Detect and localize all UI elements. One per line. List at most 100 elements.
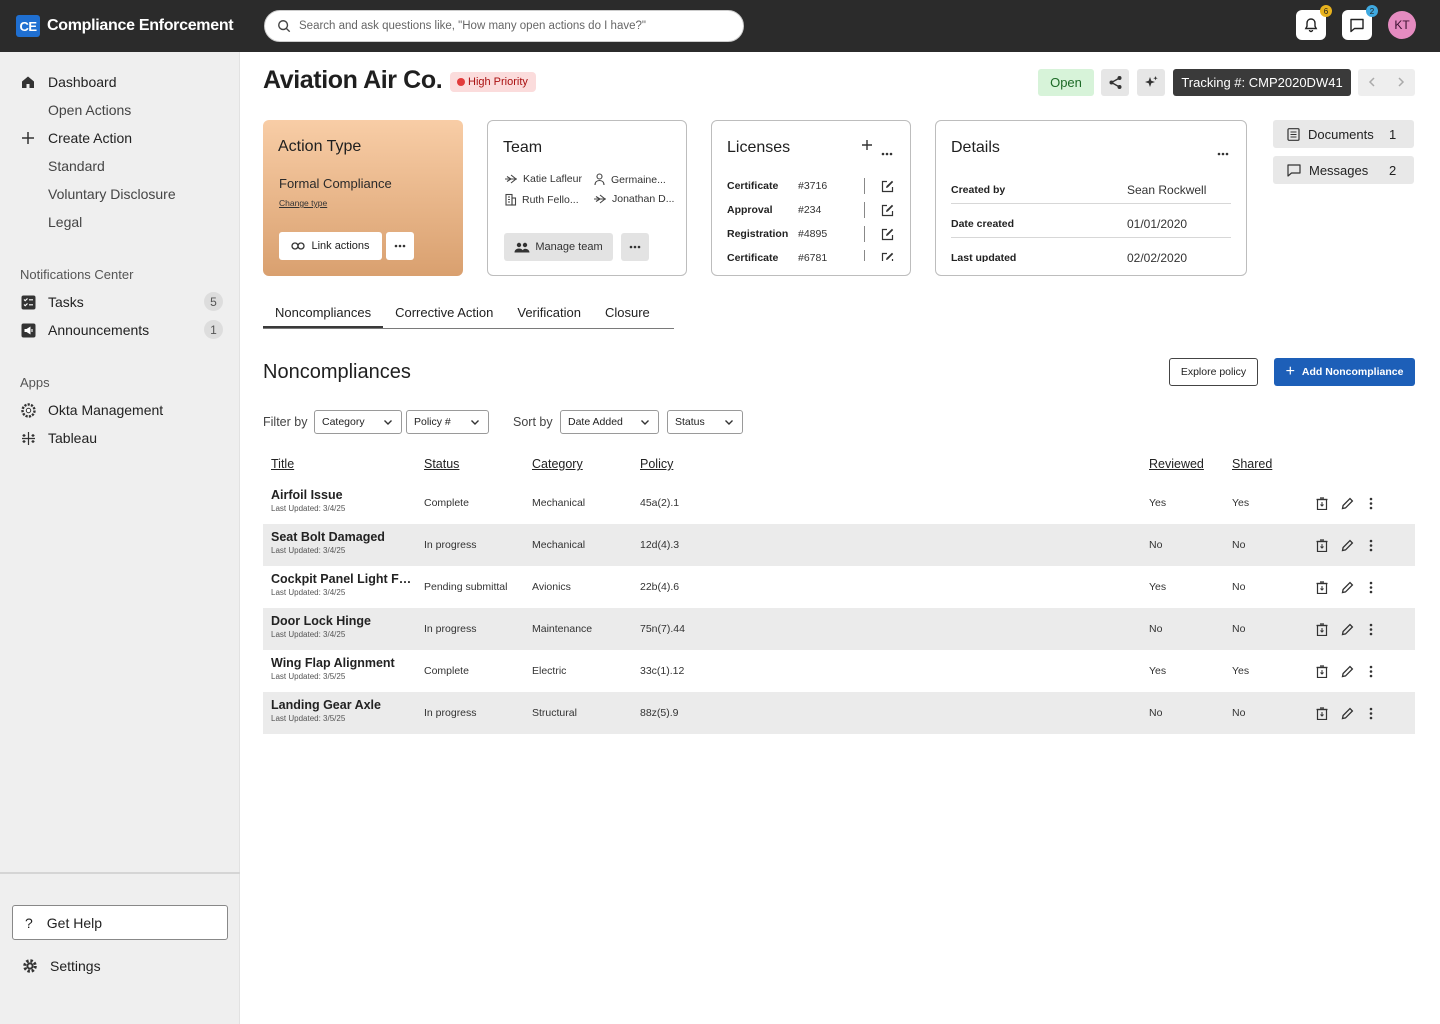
documents-link[interactable]: Documents 1 [1273,120,1414,148]
row-reviewed: No [1149,539,1163,551]
row-title[interactable]: Door Lock Hinge [271,614,413,628]
more-vertical-icon[interactable] [1363,579,1379,595]
licenses-more-icon[interactable] [881,144,893,159]
get-help-button[interactable]: ? Get Help [12,905,228,940]
more-vertical-icon[interactable] [1363,663,1379,679]
archive-icon[interactable] [1314,663,1330,679]
add-noncompliance-button[interactable]: + Add Noncompliance [1274,358,1415,386]
edit-icon[interactable] [881,204,894,217]
settings-label: Settings [50,958,101,974]
sort-date-select[interactable]: Date Added [560,410,659,434]
sidebar-item-voluntary-disclosure[interactable]: Voluntary Disclosure [48,182,176,206]
tab-verification[interactable]: Verification [505,300,593,328]
add-license-icon[interactable] [861,139,873,154]
team-member[interactable]: Germaine... [593,173,666,186]
sidebar-item-create-action[interactable]: Create Action [20,126,132,150]
more-vertical-icon[interactable] [1363,537,1379,553]
archive-icon[interactable] [1314,705,1330,721]
ai-assist-button[interactable] [1137,69,1165,96]
row-title[interactable]: Cockpit Panel Light Failure [271,572,413,586]
row-title[interactable]: Seat Bolt Damaged [271,530,413,544]
share-button[interactable] [1101,69,1129,96]
pencil-icon[interactable] [1339,537,1355,553]
sidebar-item-settings[interactable]: Settings [22,958,101,974]
table-row[interactable]: Cockpit Panel Light Failure Last Updated:… [263,566,1415,608]
row-shared: Yes [1232,497,1250,509]
change-type-link[interactable]: Change type [279,198,327,208]
column-header-policy[interactable]: Policy [640,457,673,471]
edit-icon[interactable] [881,228,894,241]
sidebar-item-standard[interactable]: Standard [48,154,105,178]
more-horizontal-icon [629,245,641,249]
edit-icon[interactable] [881,252,894,262]
sidebar-item-tasks[interactable]: Tasks [20,290,84,314]
pencil-icon[interactable] [1339,663,1355,679]
plane-icon [594,194,606,204]
more-vertical-icon[interactable] [1363,621,1379,637]
search-bar[interactable] [264,10,744,42]
table-row[interactable]: Wing Flap Alignment Last Updated: 3/5/25 C… [263,650,1415,692]
row-status: Complete [424,665,469,677]
brand[interactable]: CE Compliance Enforcement [16,15,256,37]
sidebar-item-open-actions[interactable]: Open Actions [48,98,131,122]
messages-link[interactable]: Messages 2 [1273,156,1414,184]
search-input[interactable] [299,20,719,32]
action-type-more-button[interactable] [386,232,414,260]
chevron-right-icon[interactable] [1396,75,1406,90]
tab-noncompliances[interactable]: Noncompliances [263,300,384,328]
more-vertical-icon[interactable] [1363,705,1379,721]
status-badge[interactable]: Open [1038,69,1094,96]
sparkle-icon [1144,76,1158,87]
policy-filter-select[interactable]: Policy # [406,410,489,434]
explore-policy-button[interactable]: Explore policy [1169,358,1258,386]
sidebar-item-tableau[interactable]: Tableau [20,426,97,450]
pencil-icon[interactable] [1339,495,1355,511]
column-header-category[interactable]: Category [532,457,583,471]
table-row[interactable]: Seat Bolt Damaged Last Updated: 3/4/25 In … [263,524,1415,566]
row-category: Mechanical [532,539,586,551]
messages-button[interactable]: 2 [1342,5,1378,40]
team-member[interactable]: Katie Lafleur [504,173,582,185]
archive-icon[interactable] [1314,621,1330,637]
share-icon [1109,76,1121,89]
row-title[interactable]: Airfoil Issue [271,488,413,502]
column-header-status[interactable]: Status [424,457,459,471]
tab-closure[interactable]: Closure [593,300,662,328]
notifications-button[interactable]: 6 [1296,5,1332,40]
sidebar-item-label: Tasks [48,294,84,310]
pencil-icon[interactable] [1339,579,1355,595]
sidebar-item-legal[interactable]: Legal [48,210,82,234]
category-filter-select[interactable]: Category [314,410,402,434]
table-row[interactable]: Landing Gear Axle Last Updated: 3/5/25 In … [263,692,1415,734]
pencil-icon[interactable] [1339,621,1355,637]
tab-corrective-action[interactable]: Corrective Action [383,300,505,328]
archive-icon[interactable] [1314,537,1330,553]
details-more-icon[interactable] [1217,144,1229,159]
row-last-updated: Last Updated: 3/4/25 [271,630,346,639]
row-title[interactable]: Wing Flap Alignment [271,656,413,670]
archive-icon[interactable] [1314,495,1330,511]
sidebar-item-okta[interactable]: Okta Management [20,398,163,422]
link-actions-button[interactable]: Link actions [279,232,382,260]
column-header-shared[interactable]: Shared [1232,457,1272,471]
team-more-button[interactable] [621,233,649,261]
chevron-left-icon[interactable] [1367,75,1377,90]
edit-icon[interactable] [881,180,894,193]
manage-team-button[interactable]: Manage team [504,233,613,261]
sidebar-item-announcements[interactable]: Announcements [20,318,149,342]
status-filter-select[interactable]: Status [667,410,743,434]
sidebar-item-dashboard[interactable]: Dashboard [20,70,117,94]
column-header-title[interactable]: Title [271,457,294,471]
team-member[interactable]: Ruth Fello... [504,193,579,206]
archive-icon[interactable] [1314,579,1330,595]
table-row[interactable]: Airfoil Issue Last Updated: 3/4/25 Complet… [263,482,1415,524]
avatar[interactable]: KT [1388,11,1416,39]
column-header-reviewed[interactable]: Reviewed [1149,457,1204,471]
plus-icon [20,130,36,146]
table-row[interactable]: Door Lock Hinge Last Updated: 3/4/25 In pr… [263,608,1415,650]
team-member[interactable]: Jonathan D... [593,193,674,205]
row-title[interactable]: Landing Gear Axle [271,698,413,712]
pencil-icon[interactable] [1339,705,1355,721]
row-status: In progress [424,707,477,719]
more-vertical-icon[interactable] [1363,495,1379,511]
